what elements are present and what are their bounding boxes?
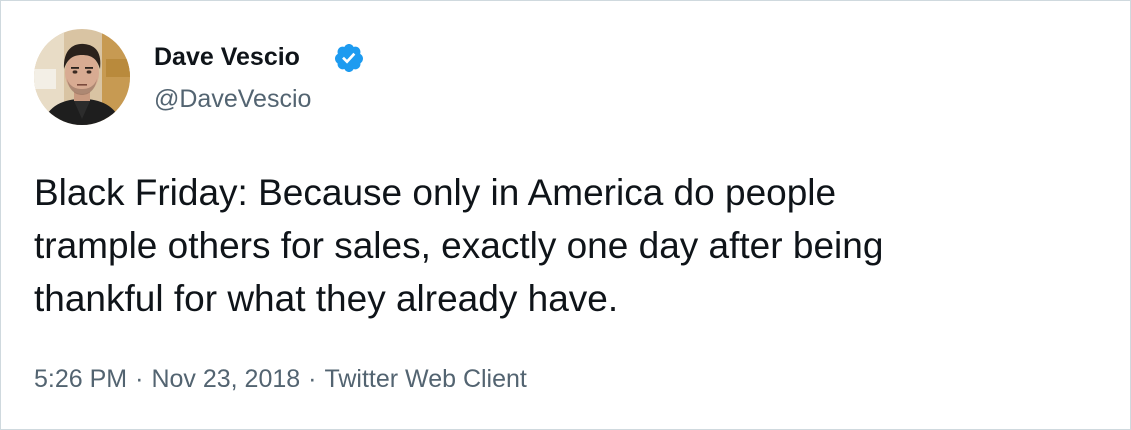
tweet-meta: 5:26 PM · Nov 23, 2018 · Twitter Web Client [34,364,527,394]
meta-separator: · [135,365,144,393]
verified-badge-icon [334,44,363,72]
avatar[interactable] [34,29,130,125]
tweet-date[interactable]: Nov 23, 2018 [151,365,300,393]
tweet-card: Dave Vescio @DaveVescio Black Friday: Be… [0,0,1131,430]
tweet-text-line: Black Friday: Because only in America do… [34,172,837,213]
tweet-text: Black Friday: Because only in America do… [34,166,1114,325]
avatar-photo [34,29,130,125]
author-handle[interactable]: @DaveVescio [154,84,311,114]
author-display-name[interactable]: Dave Vescio [154,42,300,72]
tweet-text-line: trample others for sales, exactly one da… [34,225,884,266]
meta-separator: · [308,365,317,393]
tweet-text-line: thankful for what they already have. [34,278,619,319]
tweet-time[interactable]: 5:26 PM [34,365,127,393]
tweet-source[interactable]: Twitter Web Client [324,365,526,393]
